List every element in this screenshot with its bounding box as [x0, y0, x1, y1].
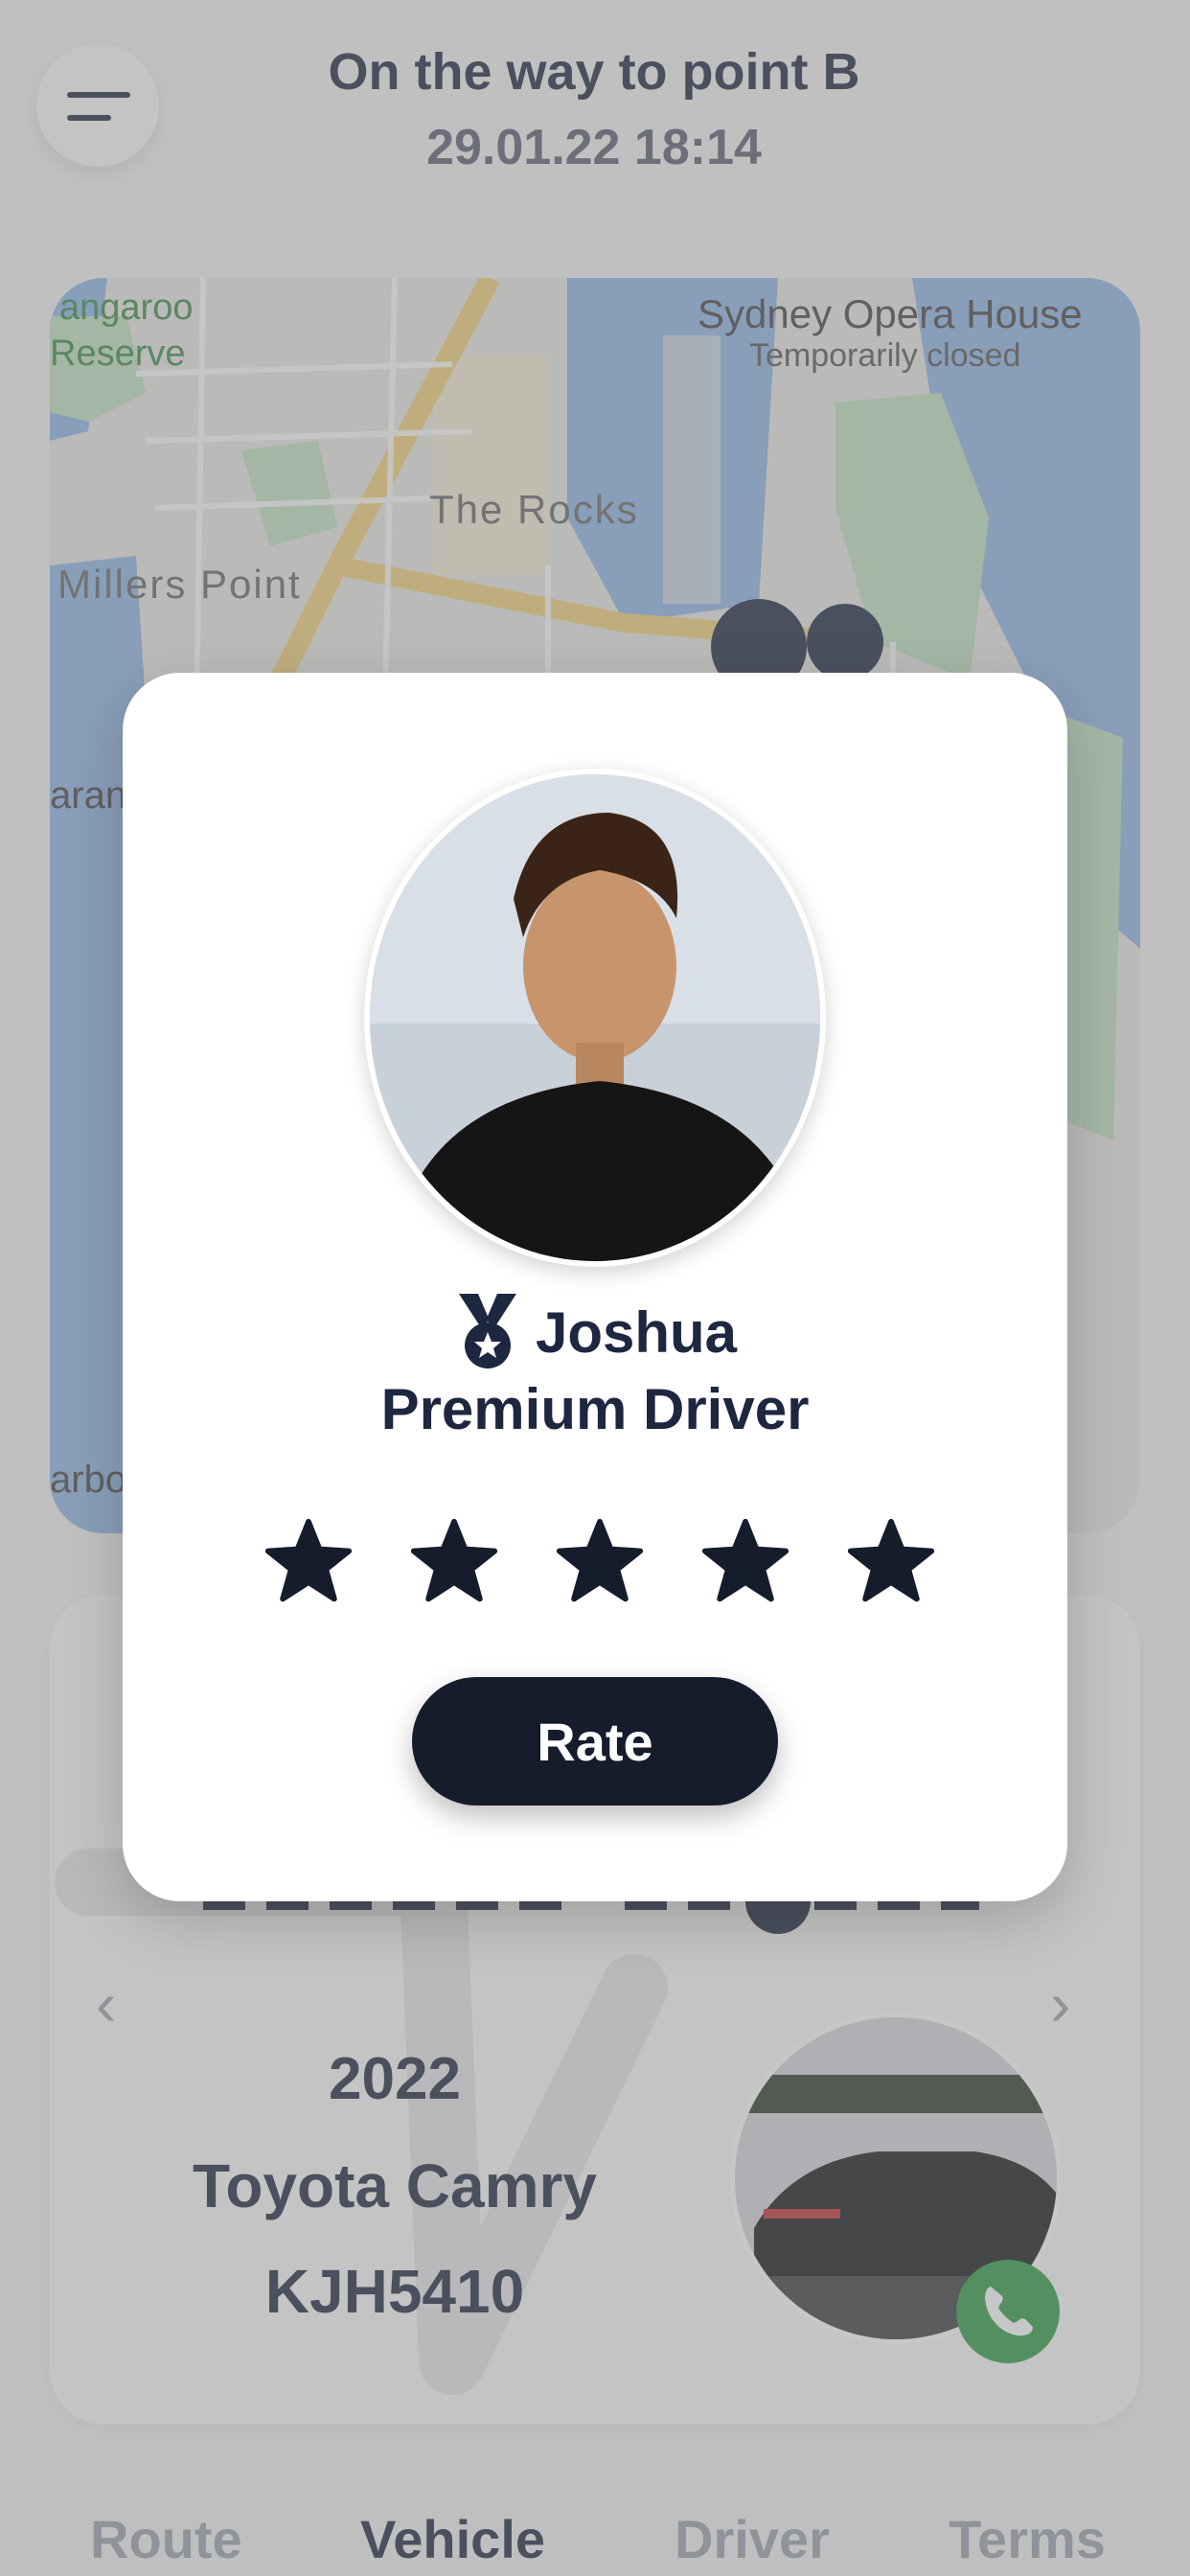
star-icon[interactable]: [845, 1516, 937, 1608]
driver-avatar: [364, 769, 826, 1267]
star-icon[interactable]: [554, 1516, 646, 1608]
rating-stars: [123, 1516, 1067, 1622]
star-icon[interactable]: [263, 1516, 355, 1608]
star-icon[interactable]: [408, 1516, 500, 1608]
driver-name-row: Joshua: [123, 1294, 1067, 1370]
driver-name: Joshua: [535, 1300, 738, 1365]
driver-tier-label: Premium Driver: [380, 1377, 810, 1441]
rate-button[interactable]: Rate: [412, 1677, 778, 1806]
star-icon[interactable]: [699, 1516, 791, 1608]
rate-driver-modal: Joshua Premium Driver Rate: [123, 673, 1067, 1901]
medal-icon: [458, 1294, 516, 1368]
app-screen: On the way to point B 29.01.22 18:14 ang…: [0, 0, 1190, 2576]
